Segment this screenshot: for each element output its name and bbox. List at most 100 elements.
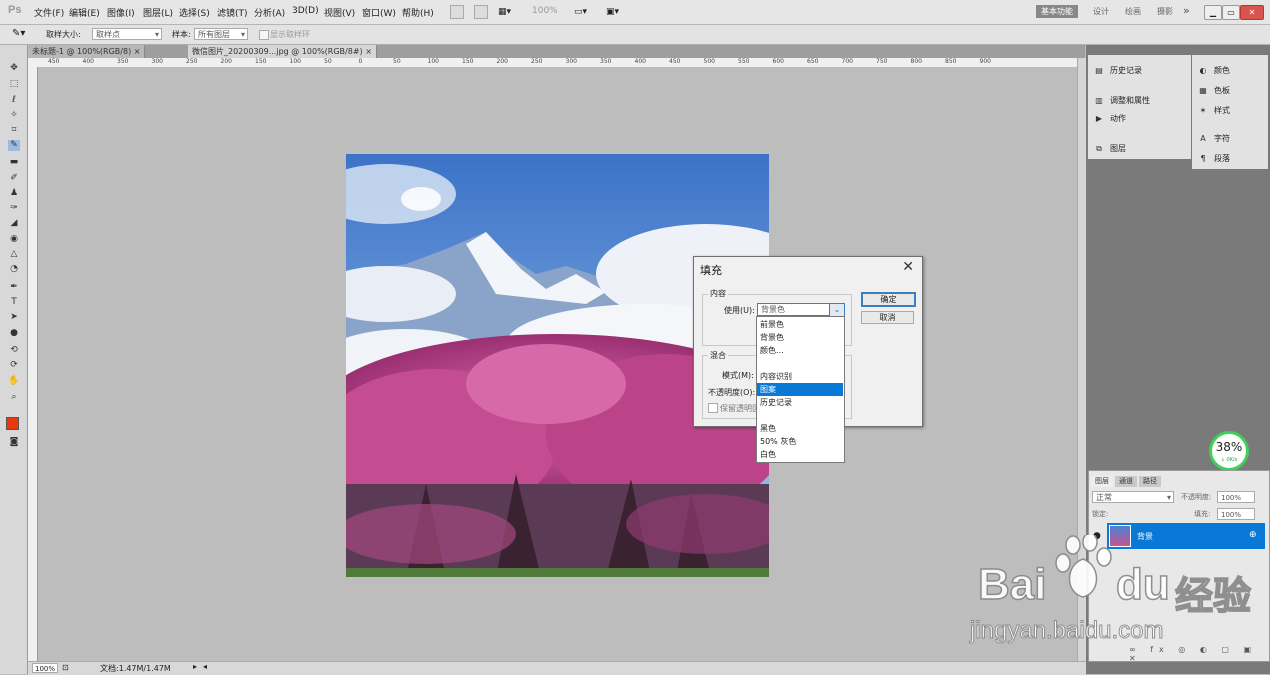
menu-analysis[interactable]: 分析(A) xyxy=(254,6,285,19)
menu-image[interactable]: 图像(I) xyxy=(107,6,135,19)
tab-paths[interactable]: 路径 xyxy=(1139,476,1161,487)
layers-comp-icon: ⧉ xyxy=(1096,144,1102,153)
option-white[interactable]: 白色 xyxy=(757,448,843,461)
dodge-tool-icon[interactable]: ◔ xyxy=(8,264,20,275)
eyedropper-tool-icon[interactable]: ✎ xyxy=(8,140,20,151)
brush-tool-icon[interactable]: ✐ xyxy=(8,173,20,184)
layer-opacity-field[interactable]: 100% xyxy=(1217,491,1255,503)
tab-layers[interactable]: 图层 xyxy=(1091,476,1113,487)
eraser-tool-icon[interactable]: ◢ xyxy=(8,218,20,229)
use-select[interactable]: 背景色 ⌄ xyxy=(757,303,845,316)
arrange-icon[interactable]: ▭▾ xyxy=(574,7,587,17)
menu-filter[interactable]: 滤镜(T) xyxy=(217,6,248,19)
preserve-transparency-checkbox[interactable] xyxy=(708,403,718,413)
ruler-tick-label: 0 xyxy=(358,58,363,65)
maximize-icon[interactable]: ▭ xyxy=(1222,5,1240,20)
hand-tool-icon[interactable]: ✋ xyxy=(8,376,20,387)
stamp-tool-icon[interactable]: ♟ xyxy=(8,188,20,199)
ok-button[interactable]: 确定 xyxy=(861,292,916,307)
3d-rotate-tool-icon[interactable]: ⟲ xyxy=(8,345,20,356)
panel-color[interactable]: ◐ 颜色 xyxy=(1198,65,1231,76)
option-color[interactable]: 颜色... xyxy=(757,344,843,357)
opacity-label: 不透明度(O): xyxy=(708,388,756,397)
workspace-essentials[interactable]: 基本功能 xyxy=(1036,5,1078,18)
marquee-tool-icon[interactable]: ⬚ xyxy=(8,79,20,90)
3d-orbit-tool-icon[interactable]: ⟳ xyxy=(8,360,20,371)
tab-close-icon[interactable]: × xyxy=(365,47,372,56)
menu-help[interactable]: 帮助(H) xyxy=(402,6,434,19)
option-background[interactable]: 背景色 xyxy=(757,331,843,344)
blur-tool-icon[interactable]: △ xyxy=(8,249,20,260)
lasso-tool-icon[interactable]: ℓ xyxy=(8,95,20,106)
close-icon[interactable]: ✕ xyxy=(1240,5,1264,20)
actions-icon: ▶ xyxy=(1095,114,1103,123)
sample-select[interactable]: 所有图层 ▾ xyxy=(194,28,248,40)
sample-size-select[interactable]: 取样点 ▾ xyxy=(92,28,162,40)
status-export-icon[interactable]: ⊡ xyxy=(62,663,69,672)
workspace-design[interactable]: 设计 xyxy=(1088,5,1114,18)
panel-layers-comp[interactable]: ⧉ 图层 xyxy=(1094,143,1126,154)
show-ring-checkbox[interactable] xyxy=(259,30,269,40)
option-pattern[interactable]: 图案 xyxy=(757,383,843,396)
option-history[interactable]: 历史记录 xyxy=(757,396,843,409)
scroll-left-icon[interactable]: ◂ xyxy=(203,662,207,671)
lock-label: 锁定: xyxy=(1092,510,1109,518)
menu-file[interactable]: 文件(F) xyxy=(34,6,64,19)
healing-tool-icon[interactable]: ▬ xyxy=(8,157,20,168)
tab-channels[interactable]: 通道 xyxy=(1115,476,1137,487)
panel-styles[interactable]: ✶ 样式 xyxy=(1198,105,1230,116)
panel-paragraph[interactable]: ¶ 段落 xyxy=(1198,153,1230,164)
zoom-level[interactable]: 100% xyxy=(532,6,558,16)
ruler-tick-label: 250 xyxy=(186,58,198,65)
crop-tool-icon[interactable]: ⌗ xyxy=(8,125,20,136)
workspace-painting[interactable]: 绘画 xyxy=(1120,5,1146,18)
foreground-color-swatch[interactable] xyxy=(6,417,19,430)
option-content-aware[interactable]: 内容识别 xyxy=(757,370,843,383)
move-tool-icon[interactable]: ✥ xyxy=(8,63,20,74)
option-50-gray[interactable]: 50% 灰色 xyxy=(757,435,843,448)
zoom-tool-icon[interactable]: ⌕ xyxy=(8,392,20,403)
ruler-tick-label: 500 xyxy=(703,58,715,65)
ruler-tick-label: 900 xyxy=(979,58,991,65)
cancel-button[interactable]: 取消 xyxy=(861,311,914,324)
tab-close-icon[interactable]: × xyxy=(134,47,141,56)
menu-3d[interactable]: 3D(D) xyxy=(292,6,319,16)
panel-swatches[interactable]: ▦ 色板 xyxy=(1198,85,1230,96)
quick-select-tool-icon[interactable]: ✧ xyxy=(8,110,20,121)
quick-mask-icon[interactable]: ◙ xyxy=(8,437,20,448)
path-select-tool-icon[interactable]: ➤ xyxy=(8,312,20,323)
status-menu-icon[interactable]: ▸ xyxy=(193,662,197,671)
more-workspaces-icon[interactable]: » xyxy=(1183,4,1190,17)
menu-select[interactable]: 选择(S) xyxy=(179,6,210,19)
zoom-field[interactable]: 100% xyxy=(32,663,58,673)
panel-character[interactable]: A 字符 xyxy=(1198,133,1230,144)
bridge-icon[interactable] xyxy=(450,5,464,19)
extras-icon[interactable]: ▦▾ xyxy=(498,7,511,17)
dialog-close-icon[interactable]: ✕ xyxy=(902,259,914,275)
mini-bridge-icon[interactable] xyxy=(474,5,488,19)
panel-adjustments[interactable]: ▥ 调整和属性 xyxy=(1094,95,1150,106)
panel-history[interactable]: ▤ 历史记录 xyxy=(1094,65,1142,76)
eyedropper-preset-icon[interactable]: ✎▾ xyxy=(12,28,25,39)
option-foreground[interactable]: 前景色 xyxy=(757,318,843,331)
fill-field[interactable]: 100% xyxy=(1217,508,1255,520)
pen-tool-icon[interactable]: ✒ xyxy=(8,282,20,293)
menu-layer[interactable]: 图层(L) xyxy=(143,6,173,19)
menu-window[interactable]: 窗口(W) xyxy=(362,6,396,19)
tab-photo[interactable]: 微信图片_20200309...jpg @ 100%(RGB/8#) × xyxy=(188,45,377,58)
menu-view[interactable]: 视图(V) xyxy=(324,6,355,19)
watermark-url: jingyan.baidu.com xyxy=(969,617,1164,645)
panel-actions[interactable]: ▶ 动作 xyxy=(1094,113,1126,124)
network-speed-gauge[interactable]: 38% ↓ 0K/s xyxy=(1209,431,1249,471)
option-black[interactable]: 黑色 xyxy=(757,422,843,435)
screen-mode-icon[interactable]: ▣▾ xyxy=(606,7,619,17)
tab-untitled[interactable]: 未标题-1 @ 100%(RGB/8) × xyxy=(28,45,146,58)
workspace-photography[interactable]: 摄影 xyxy=(1152,5,1178,18)
shape-tool-icon[interactable]: ● xyxy=(8,328,20,339)
blend-mode-select[interactable]: 正常 ▾ xyxy=(1092,491,1174,503)
type-tool-icon[interactable]: T xyxy=(8,297,20,308)
history-brush-tool-icon[interactable]: ✑ xyxy=(8,203,20,214)
gradient-tool-icon[interactable]: ◉ xyxy=(8,234,20,245)
minimize-icon[interactable]: ▁ xyxy=(1204,5,1222,20)
menu-edit[interactable]: 编辑(E) xyxy=(69,6,100,19)
